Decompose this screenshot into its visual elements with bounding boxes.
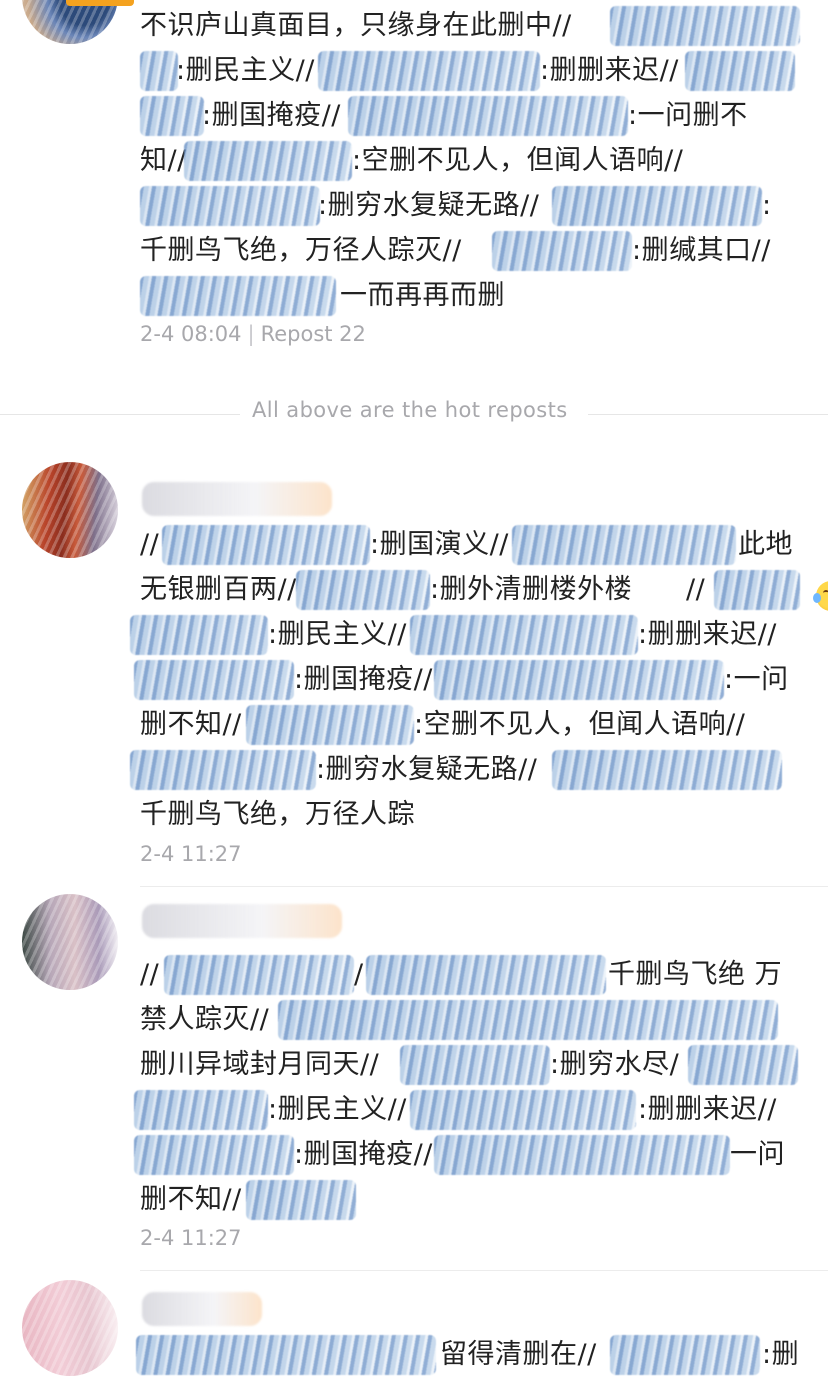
username[interactable] xyxy=(142,1292,262,1326)
text-segment: 不识庐山真面目，只缘身在此删中// xyxy=(140,10,572,41)
repost-item: // :删国演义// 此地 无银删百两// :删外清删楼外楼 // :删民主义/… xyxy=(0,440,828,880)
text-segment: 千删鸟飞绝，万径人踪灭// xyxy=(140,235,462,266)
post-meta: 2-4 08:04 | Repost 22 xyxy=(140,322,366,346)
repost-item: 不识庐山真面目，只缘身在此删中// :删民主义// :删删来迟// :删国掩疫/… xyxy=(0,0,828,398)
text-segment: : xyxy=(762,190,772,221)
text-segment: :删外清删楼外楼 xyxy=(430,574,633,605)
text-segment: 知// xyxy=(140,145,187,176)
repost-item: 留得清删在// :删 xyxy=(0,1262,828,1376)
text-segment: / xyxy=(354,959,364,990)
hot-reposts-label: All above are the hot reposts xyxy=(252,398,568,422)
badge-tab xyxy=(66,0,134,6)
separator-line xyxy=(0,414,240,415)
repost-text: // :删国演义// 此地 无银删百两// :删外清删楼外楼 // :删民主义/… xyxy=(130,522,828,837)
post-meta: 2-4 11:27 xyxy=(140,1226,242,1250)
text-segment: 千删鸟飞绝，万径人踪 xyxy=(140,799,415,830)
post-time: 2-4 11:27 xyxy=(140,1226,242,1250)
text-segment: :删国演义// xyxy=(370,529,509,560)
avatar[interactable] xyxy=(22,894,118,990)
text-segment: :空删不见人，但闻人语响// xyxy=(414,709,746,740)
text-segment: :删国掩疫// xyxy=(202,100,341,131)
text-segment: :删民主义// xyxy=(268,619,407,650)
repost-item: // / 千删鸟飞绝 万 禁人踪灭// 删川异域封月同天// :删穷水尽/ :删… xyxy=(0,878,828,1268)
text-segment: 一而再再而删 xyxy=(340,280,505,311)
text-segment: :删缄其口// xyxy=(632,235,771,266)
text-segment: 无银删百两// xyxy=(140,574,297,605)
text-segment: 千删鸟飞绝 万 xyxy=(608,959,783,990)
text-segment: 删不知// xyxy=(140,709,242,740)
post-time: 2-4 08:04 xyxy=(140,322,242,346)
text-segment: 留得清删在// xyxy=(440,1339,597,1370)
post-time: 2-4 11:27 xyxy=(140,842,242,866)
avatar[interactable] xyxy=(22,462,118,558)
post-meta: 2-4 11:27 xyxy=(140,842,242,866)
text-segment: :删国掩疫// xyxy=(294,1139,433,1170)
text-segment: // xyxy=(140,959,160,990)
text-segment: :删穷水复疑无路// xyxy=(318,190,540,221)
text-segment: 一问 xyxy=(730,1139,785,1170)
text-segment: :删民主义// xyxy=(176,55,315,86)
repost-text: 留得清删在// :删 xyxy=(136,1332,800,1377)
text-segment: :删穷水复疑无路// xyxy=(316,754,538,785)
repost-text: 不识庐山真面目，只缘身在此删中// :删民主义// :删删来迟// :删国掩疫/… xyxy=(140,3,800,318)
text-segment: :空删不见人，但闻人语响// xyxy=(352,145,684,176)
text-segment: 删不知// xyxy=(140,1184,242,1215)
repost-text: // / 千删鸟飞绝 万 禁人踪灭// 删川异域封月同天// :删穷水尽/ :删… xyxy=(134,952,800,1222)
username[interactable] xyxy=(142,482,332,516)
text-segment: :一问删不 xyxy=(628,100,748,131)
text-segment: :删删来迟// xyxy=(638,1094,777,1125)
text-segment: 此地 xyxy=(738,529,793,560)
text-segment: :删 xyxy=(762,1339,800,1370)
text-segment: :删删来迟// xyxy=(540,55,679,86)
text-segment: :删民主义// xyxy=(268,1094,407,1125)
hot-reposts-separator: All above are the hot reposts xyxy=(0,398,828,432)
text-segment: :删穷水尽/ xyxy=(550,1049,680,1080)
text-segment: // xyxy=(686,574,706,605)
separator-line xyxy=(588,414,828,415)
repost-count[interactable]: Repost 22 xyxy=(261,322,366,346)
text-segment: :删国掩疫// xyxy=(294,664,433,695)
tears-of-joy-emoji xyxy=(812,581,828,611)
avatar[interactable] xyxy=(22,0,118,44)
meta-divider: | xyxy=(247,322,255,346)
text-segment: :一问 xyxy=(724,664,789,695)
text-segment: 删川异域封月同天// xyxy=(140,1049,380,1080)
avatar[interactable] xyxy=(22,1280,118,1376)
text-segment: 禁人踪灭// xyxy=(140,1004,270,1035)
username[interactable] xyxy=(142,904,342,938)
text-segment: :删删来迟// xyxy=(638,619,777,650)
text-segment: // xyxy=(140,529,160,560)
